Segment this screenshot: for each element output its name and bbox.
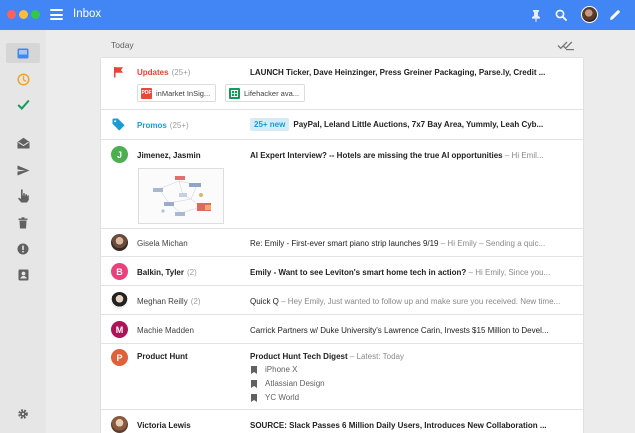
sender-avatar: P <box>111 349 128 366</box>
bookmark-icon <box>251 393 257 402</box>
email-row[interactable]: M Machie Madden Carrick Partners w/ Duke… <box>101 315 583 344</box>
navigation-rail <box>0 30 46 433</box>
attachment-chip[interactable]: PDF inMarket InSig... <box>137 84 217 102</box>
digest-item[interactable]: YC World <box>251 393 299 402</box>
email-subject: Re: Emily - First-ever smart piano strip… <box>250 239 546 248</box>
drafts-icon <box>17 137 29 149</box>
bundle-promos[interactable]: Promos (25+) 25+ new PayPal, Leland Little… <box>101 110 583 140</box>
settings-icon <box>18 409 28 419</box>
section-title-today: Today <box>111 40 134 50</box>
sender-avatar: J <box>111 146 128 163</box>
updates-flag-icon <box>114 67 123 78</box>
digest-item[interactable]: iPhone X <box>251 365 297 374</box>
rail-sent[interactable] <box>13 160 33 180</box>
rail-inbox[interactable] <box>6 43 40 63</box>
window-close-button[interactable] <box>7 10 16 19</box>
rail-snoozed[interactable] <box>13 69 33 89</box>
pin-icon[interactable] <box>528 7 544 23</box>
sender-name: Balkin, Tyler (2) <box>137 268 197 277</box>
email-subject: Product Hunt Tech Digest – Latest: Today <box>250 352 404 361</box>
trash-icon <box>18 217 28 229</box>
email-row[interactable]: Meghan Reilly (2) Quick Q – Hey Emily, Ju… <box>101 286 583 315</box>
rail-spam[interactable] <box>13 239 33 259</box>
window-zoom-button[interactable] <box>31 10 40 19</box>
sender-name: Gisela Michan <box>137 239 188 248</box>
menu-icon[interactable] <box>50 9 63 20</box>
bundle-summary: 25+ new PayPal, Leland Little Auctions, 7… <box>250 118 572 131</box>
attachment-chip[interactable]: Lifehacker ava... <box>225 84 306 102</box>
rail-reminders[interactable] <box>13 186 33 206</box>
window-minimize-button[interactable] <box>19 10 28 19</box>
promos-tag-icon <box>112 118 125 131</box>
sender-name: Jimenez, Jasmin <box>137 151 201 160</box>
attachment-name: Lifehacker ava... <box>244 88 300 98</box>
email-row[interactable]: P Product Hunt Product Hunt Tech Digest … <box>101 344 583 410</box>
sender-avatar <box>111 234 128 251</box>
sweep-done-icon[interactable] <box>557 38 575 51</box>
rail-contacts[interactable] <box>13 265 33 285</box>
reminders-icon <box>18 189 29 203</box>
rail-trash[interactable] <box>13 213 33 233</box>
spam-icon <box>17 243 29 255</box>
inline-image-preview[interactable] <box>138 168 224 224</box>
sheets-icon <box>229 87 240 99</box>
bundle-summary: LAUNCH Ticker, Dave Heinzinger, Press Gr… <box>250 68 546 77</box>
email-row[interactable]: Gisela Michan Re: Emily - First-ever sma… <box>101 229 583 257</box>
bundle-label: Promos (25+) <box>137 121 189 130</box>
inbox-icon <box>17 48 29 58</box>
sent-icon <box>17 165 29 175</box>
new-count-badge: 25+ new <box>250 118 290 131</box>
sender-avatar <box>111 416 128 433</box>
rail-settings[interactable] <box>13 404 33 424</box>
top-app-bar: Inbox <box>0 0 635 30</box>
contacts-icon <box>18 269 28 281</box>
done-icon <box>17 99 30 110</box>
digest-item[interactable]: Atlassian Design <box>251 379 325 388</box>
bundle-updates[interactable]: Updates (25+) LAUNCH Ticker, Dave Heinzin… <box>101 58 583 110</box>
email-subject: Emily - Want to see Leviton's smart home… <box>250 268 551 277</box>
email-row[interactable]: Victoria Lewis SOURCE: Slack Passes 6 Mi… <box>101 410 583 433</box>
snoozed-icon <box>16 72 30 86</box>
email-subject: Carrick Partners w/ Duke University's La… <box>250 326 549 335</box>
sender-avatar: M <box>111 321 128 338</box>
bundle-label: Updates (25+) <box>137 68 191 77</box>
email-subject: SOURCE: Slack Passes 6 Million Daily Use… <box>250 421 547 430</box>
sender-name: Meghan Reilly (2) <box>137 297 201 306</box>
sender-name: Victoria Lewis <box>137 421 191 430</box>
search-icon[interactable] <box>553 7 569 23</box>
email-list: Updates (25+) LAUNCH Ticker, Dave Heinzin… <box>101 58 583 433</box>
email-row[interactable]: J Jimenez, Jasmin AI Expert Interview? -… <box>101 140 583 229</box>
rail-done[interactable] <box>13 94 33 114</box>
sender-name: Machie Madden <box>137 326 194 335</box>
rail-drafts[interactable] <box>13 133 33 153</box>
email-row[interactable]: B Balkin, Tyler (2) Emily - Want to see L… <box>101 257 583 286</box>
email-subject: AI Expert Interview? -- Hotels are missi… <box>250 151 544 160</box>
account-avatar[interactable] <box>581 6 598 23</box>
attachment-name: inMarket InSig... <box>156 88 211 98</box>
sender-avatar: B <box>111 263 128 280</box>
email-subject: Quick Q – Hey Emily, Just wanted to foll… <box>250 297 561 306</box>
bookmark-icon <box>251 365 257 374</box>
sender-name: Product Hunt <box>137 352 188 361</box>
app-title: Inbox <box>73 8 102 20</box>
bookmark-icon <box>251 379 257 388</box>
compose-icon[interactable] <box>607 7 623 23</box>
pdf-icon: PDF <box>141 87 152 99</box>
sender-avatar <box>111 292 128 309</box>
